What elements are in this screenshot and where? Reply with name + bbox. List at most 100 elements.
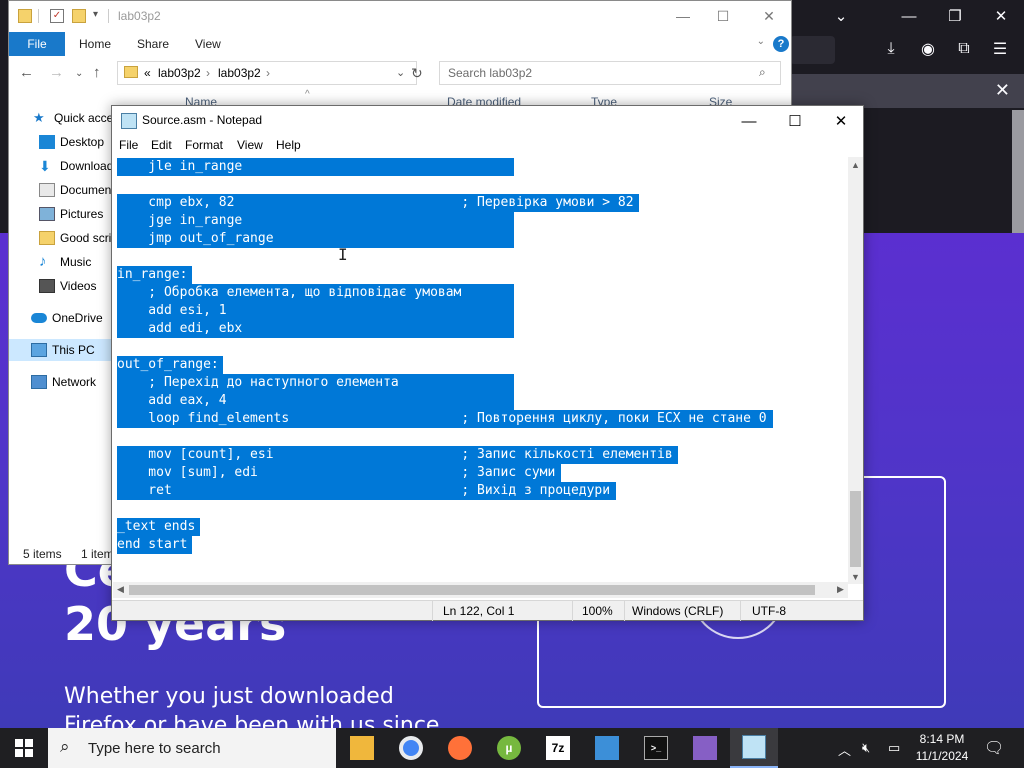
firefox-logo-icon [448, 736, 472, 760]
close-icon[interactable]: ✕ [995, 80, 1010, 101]
network-tray-icon[interactable]: ▭ [888, 740, 900, 756]
sidebar-item-desktop[interactable]: Desktop [9, 131, 113, 153]
menu-format[interactable]: Format [185, 138, 223, 152]
scrollbar-thumb[interactable] [129, 585, 815, 595]
scroll-left-icon[interactable]: ◀ [113, 582, 128, 597]
window-title: Source.asm - Notepad [142, 113, 263, 127]
notepad-taskbar-icon[interactable] [730, 728, 778, 768]
sidebar-item-label: Good scripts [60, 231, 113, 245]
close-button[interactable]: ✕ [818, 106, 864, 136]
chevron-down-icon[interactable]: ⌄ [396, 66, 405, 79]
menu-help[interactable]: Help [276, 138, 301, 152]
taskbar-clock[interactable]: 8:14 PM 11/1/2024 [912, 731, 972, 765]
tab-file[interactable]: File [9, 32, 65, 56]
sidebar-item-label: Music [60, 255, 92, 269]
extensions-icon[interactable]: ⧉ [951, 38, 977, 60]
start-button[interactable] [0, 728, 48, 768]
scrollbar-thumb[interactable] [850, 491, 861, 567]
horizontal-scrollbar[interactable]: ◀ ▶ [113, 582, 848, 598]
clock-date: 11/1/2024 [915, 749, 969, 763]
code-line: ; Перехід до наступного елемента [117, 375, 399, 390]
refresh-icon[interactable]: ↻ [411, 65, 423, 82]
visual-studio-icon[interactable] [681, 728, 729, 768]
notifications-icon[interactable]: 🗨︎ [984, 738, 1004, 758]
menu-file[interactable]: File [119, 138, 138, 152]
file-explorer-icon[interactable] [338, 728, 386, 768]
sidebar-item-music[interactable]: ♪ Music [9, 251, 113, 273]
windows-logo-icon [15, 739, 33, 757]
close-icon[interactable]: ✕ [978, 4, 1024, 28]
utorrent-icon[interactable]: µ [485, 728, 533, 768]
close-icon[interactable]: ✕ [747, 5, 791, 27]
control-panel-logo-icon [595, 736, 619, 760]
breadcrumb-2[interactable]: lab03p2 [218, 66, 261, 80]
help-icon[interactable]: ? [773, 36, 789, 52]
account-icon[interactable]: ◉ [915, 38, 941, 60]
chevron-down-icon[interactable]: ⌄ [818, 4, 864, 28]
up-arrow-icon[interactable]: ↑ [93, 64, 101, 81]
firefox-icon[interactable] [436, 728, 484, 768]
tab-view[interactable]: View [195, 37, 221, 51]
sidebar-item-label: OneDrive [52, 311, 103, 325]
sidebar-item-pictures[interactable]: Pictures [9, 203, 113, 225]
search-input[interactable]: Search lab03p2 [439, 61, 781, 85]
show-hidden-icons-icon[interactable]: ︿ [838, 740, 851, 759]
sidebar-item-good-scripts[interactable]: Good scripts [9, 227, 113, 249]
restore-icon[interactable]: ❐ [932, 4, 978, 28]
maximize-button[interactable]: ☐ [772, 106, 818, 136]
vertical-scrollbar[interactable]: ▲ ▼ [848, 157, 863, 584]
expand-ribbon-icon[interactable]: ⌄ [757, 36, 765, 47]
control-panel-icon[interactable] [583, 728, 631, 768]
sort-arrow-icon: ^ [305, 89, 310, 100]
menu-icon[interactable]: ☰ [987, 38, 1013, 60]
minimize-button[interactable]: — [726, 106, 772, 136]
chrome-icon[interactable] [387, 728, 435, 768]
sidebar-item-this-pc[interactable]: This PC [9, 339, 113, 361]
search-icon: ⌕ [60, 737, 70, 756]
folder-icon [350, 736, 374, 760]
recent-locations-icon[interactable]: ⌄ [75, 68, 83, 79]
menu-edit[interactable]: Edit [151, 138, 172, 152]
terminal-icon[interactable]: >_ [632, 728, 680, 768]
tab-share[interactable]: Share [137, 37, 169, 51]
taskbar-search-box[interactable]: ⌕ Type here to search [48, 728, 336, 768]
code-line: ret ; Вихід з процедури [117, 483, 611, 498]
sidebar-item-quick-access[interactable]: ★ Quick access [9, 107, 113, 129]
volume-muted-icon[interactable]: 🔇︎ [862, 740, 870, 756]
sidebar-item-label: Desktop [60, 135, 105, 149]
text-editor-area[interactable]: jle in_range cmp ebx, 82 ; Перевірка умо… [113, 157, 848, 584]
scroll-down-icon[interactable]: ▼ [848, 569, 863, 584]
maximize-icon[interactable]: ☐ [701, 5, 745, 27]
address-bar[interactable]: « lab03p2 › lab03p2 › ⌄ [117, 61, 417, 85]
back-arrow-icon[interactable]: ← [19, 64, 34, 81]
code-line: add eax, 4 [117, 393, 227, 408]
dropdown-arrow-icon[interactable]: ▾ [93, 9, 107, 23]
divider [38, 9, 39, 23]
sidebar-item-onedrive[interactable]: OneDrive [9, 307, 113, 329]
sidebar-item-downloads[interactable]: ⬇ Downloads [9, 155, 113, 177]
scroll-up-icon[interactable]: ▲ [848, 157, 863, 172]
forward-arrow-icon[interactable]: → [49, 64, 64, 81]
sidebar-item-network[interactable]: Network [9, 371, 113, 393]
tab-home[interactable]: Home [79, 37, 111, 51]
scroll-right-icon[interactable]: ▶ [833, 582, 848, 597]
address-overflow[interactable]: « [144, 66, 151, 80]
sidebar-item-videos[interactable]: Videos [9, 275, 113, 297]
new-folder-icon[interactable] [72, 9, 86, 23]
status-divider [624, 601, 625, 621]
breadcrumb-1[interactable]: lab03p2 [158, 66, 201, 80]
minimize-icon[interactable]: — [661, 5, 705, 27]
properties-icon[interactable]: ✓ [50, 9, 64, 23]
chrome-logo-icon [399, 736, 423, 760]
status-item-count: 5 items [23, 547, 62, 561]
download-icon[interactable]: ⤓ [878, 38, 904, 60]
status-line-endings: Windows (CRLF) [632, 604, 724, 618]
subtext-line2: Firefox or have been with us since [64, 713, 440, 728]
code-line: in_range: [117, 267, 188, 282]
7zip-icon[interactable]: 7z [534, 728, 582, 768]
explorer-nav-bar: ← → ⌄ ↑ « lab03p2 › lab03p2 › ⌄ ↻ Search… [9, 59, 791, 89]
menu-view[interactable]: View [237, 138, 263, 152]
minimize-icon[interactable]: — [886, 4, 932, 28]
sidebar-item-documents[interactable]: Documents [9, 179, 113, 201]
firefox-url-bar[interactable] [790, 36, 835, 64]
